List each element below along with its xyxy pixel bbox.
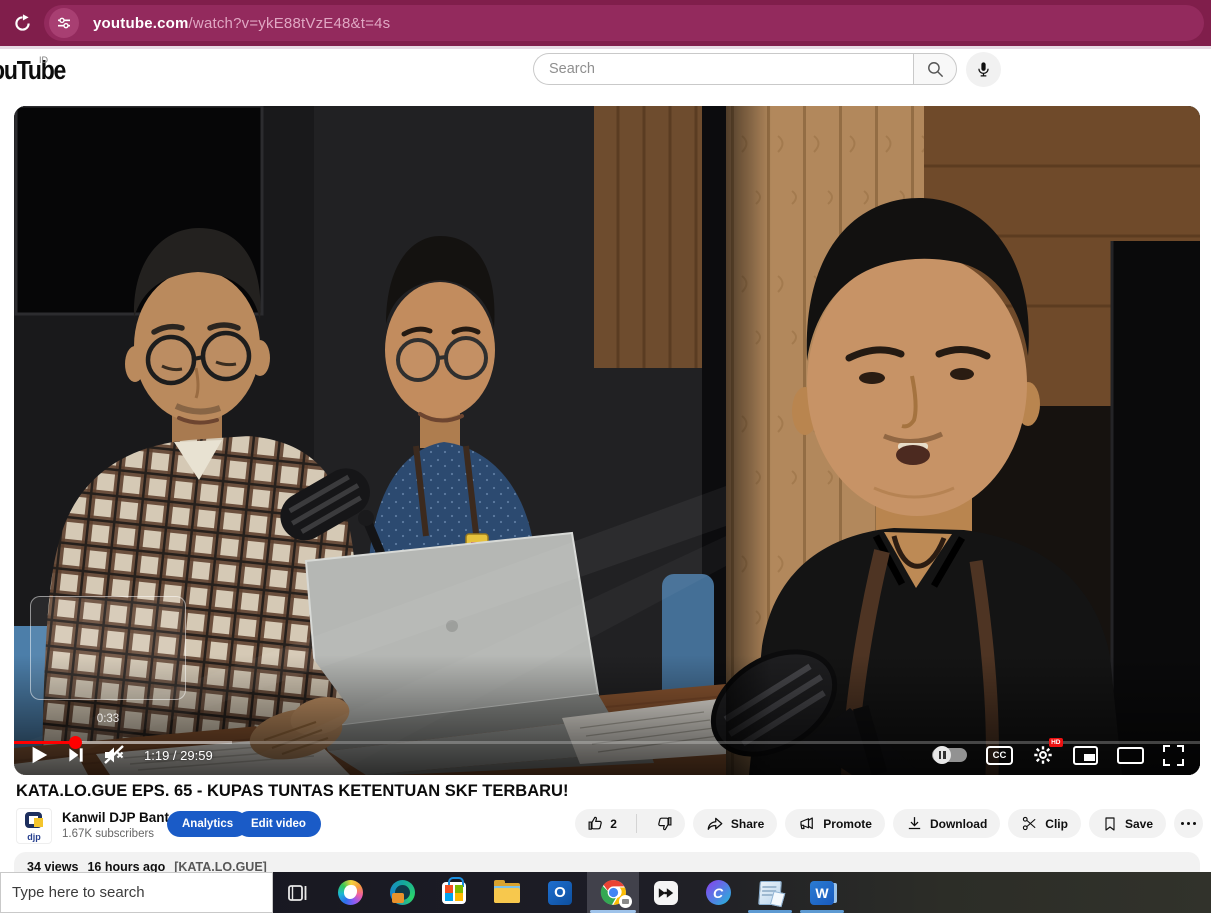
download-icon (906, 815, 923, 832)
url-text: youtube.com/watch?v=ykE88tVzE48&t=4s (93, 15, 390, 32)
microphone-icon (975, 61, 992, 78)
address-bar[interactable]: youtube.com/watch?v=ykE88tVzE48&t=4s (44, 5, 1204, 41)
taskbar-file-explorer[interactable] (481, 872, 533, 913)
file-explorer-icon (494, 883, 520, 903)
youtube-region-label: ID (39, 55, 48, 65)
edit-video-button[interactable]: Edit video (236, 811, 321, 837)
reload-icon (12, 13, 33, 34)
taskbar-microsoft-store[interactable] (428, 872, 480, 913)
download-label: Download (930, 817, 987, 831)
screen: youtube.com/watch?v=ykE88tVzE48&t=4s ouT… (0, 0, 1211, 913)
search-icon (926, 60, 945, 79)
canva-icon: C (706, 880, 731, 905)
time-display: 1:19 / 29:59 (144, 748, 213, 763)
download-manager-icon (390, 880, 415, 905)
youtube-logo[interactable]: ouTube (0, 55, 65, 85)
taskbar-canva[interactable]: C (692, 872, 744, 913)
taskbar-chrome[interactable] (587, 872, 639, 913)
taskbar-word[interactable]: W (796, 872, 848, 913)
share-button[interactable]: Share (693, 809, 777, 838)
promote-label: Promote (823, 817, 872, 831)
subscriber-count: 1.67K subscribers (62, 828, 154, 840)
taskbar-outlook[interactable]: O (534, 872, 586, 913)
taskbar-download-manager[interactable] (376, 872, 428, 913)
djp-logo-icon (25, 812, 42, 828)
play-icon (28, 744, 50, 766)
next-button[interactable] (66, 745, 86, 765)
autoplay-toggle[interactable] (932, 748, 967, 762)
notepad-icon (758, 881, 782, 905)
word-icon: W (810, 881, 834, 905)
capcut-icon (654, 881, 678, 905)
search-box[interactable] (533, 53, 914, 85)
search-button[interactable] (913, 53, 957, 85)
tune-icon (56, 15, 72, 31)
hd-quality-badge: HD (1049, 738, 1063, 747)
avatar-label: djp (17, 832, 51, 842)
video-player[interactable]: 0:33 1:19 (14, 106, 1200, 775)
task-view-icon (286, 881, 310, 905)
copilot-icon (338, 880, 363, 905)
browser-topbar: youtube.com/watch?v=ykE88tVzE48&t=4s (0, 0, 1211, 46)
thumbs-up-icon (587, 815, 604, 832)
channel-avatar[interactable]: djp (16, 808, 52, 844)
bookmark-icon (1102, 816, 1118, 832)
fullscreen-button[interactable] (1163, 745, 1184, 766)
windows-search-box[interactable] (0, 872, 273, 913)
player-controls: 1:19 / 29:59 CC HD (14, 739, 1200, 771)
url-host: youtube.com (93, 15, 189, 32)
miniplayer-icon (1084, 754, 1095, 761)
miniplayer-button[interactable] (1073, 746, 1098, 765)
autoplay-knob (933, 746, 951, 764)
youtube-header: ouTube ID (0, 49, 1211, 106)
site-settings-button[interactable] (49, 8, 79, 38)
gear-icon (1032, 744, 1054, 766)
reload-button[interactable] (8, 9, 36, 37)
taskbar-copilot[interactable] (324, 872, 376, 913)
clip-button[interactable]: Clip (1008, 809, 1081, 838)
taskbar-capcut[interactable] (640, 872, 692, 913)
taskbar-task-view[interactable] (272, 872, 324, 913)
outlook-icon: O (548, 881, 572, 905)
windows-search-input[interactable] (12, 884, 272, 901)
seek-preview-time: 0:33 (30, 713, 186, 725)
volume-muted-icon (102, 743, 126, 767)
action-buttons-row: 2 Share Promote Download (575, 809, 1203, 838)
like-button[interactable]: 2 (575, 809, 629, 838)
download-button[interactable]: Download (893, 809, 1000, 838)
theater-mode-button[interactable] (1117, 747, 1144, 764)
video-title: KATA.LO.GUE EPS. 65 - KUPAS TUNTAS KETEN… (16, 782, 1016, 801)
like-dislike-pill: 2 (575, 809, 685, 838)
save-button[interactable]: Save (1089, 809, 1166, 838)
thumbs-down-icon (656, 815, 673, 832)
chrome-notification-badge (619, 895, 632, 908)
pill-divider (636, 814, 637, 833)
windows-taskbar: O C W (0, 872, 1211, 913)
mute-button[interactable] (102, 743, 126, 767)
like-count: 2 (610, 817, 617, 831)
subtitles-button[interactable]: CC (986, 746, 1013, 765)
dislike-button[interactable] (644, 809, 685, 838)
save-label: Save (1125, 817, 1153, 831)
share-icon (706, 815, 724, 833)
search-input[interactable] (549, 61, 914, 77)
play-button[interactable] (28, 744, 50, 766)
voice-search-button[interactable] (966, 52, 1001, 87)
clip-label: Clip (1045, 817, 1068, 831)
scissors-icon (1021, 815, 1038, 832)
next-icon (66, 745, 86, 765)
url-path: /watch?v=ykE88tVzE48&t=4s (189, 15, 391, 32)
taskbar-notepad[interactable] (744, 872, 796, 913)
share-label: Share (731, 817, 764, 831)
microsoft-store-icon (442, 882, 466, 904)
promote-button[interactable]: Promote (785, 809, 885, 838)
megaphone-icon (798, 815, 816, 833)
more-actions-button[interactable] (1174, 809, 1203, 838)
settings-button[interactable]: HD (1032, 744, 1054, 766)
seek-preview-thumbnail (30, 596, 186, 700)
